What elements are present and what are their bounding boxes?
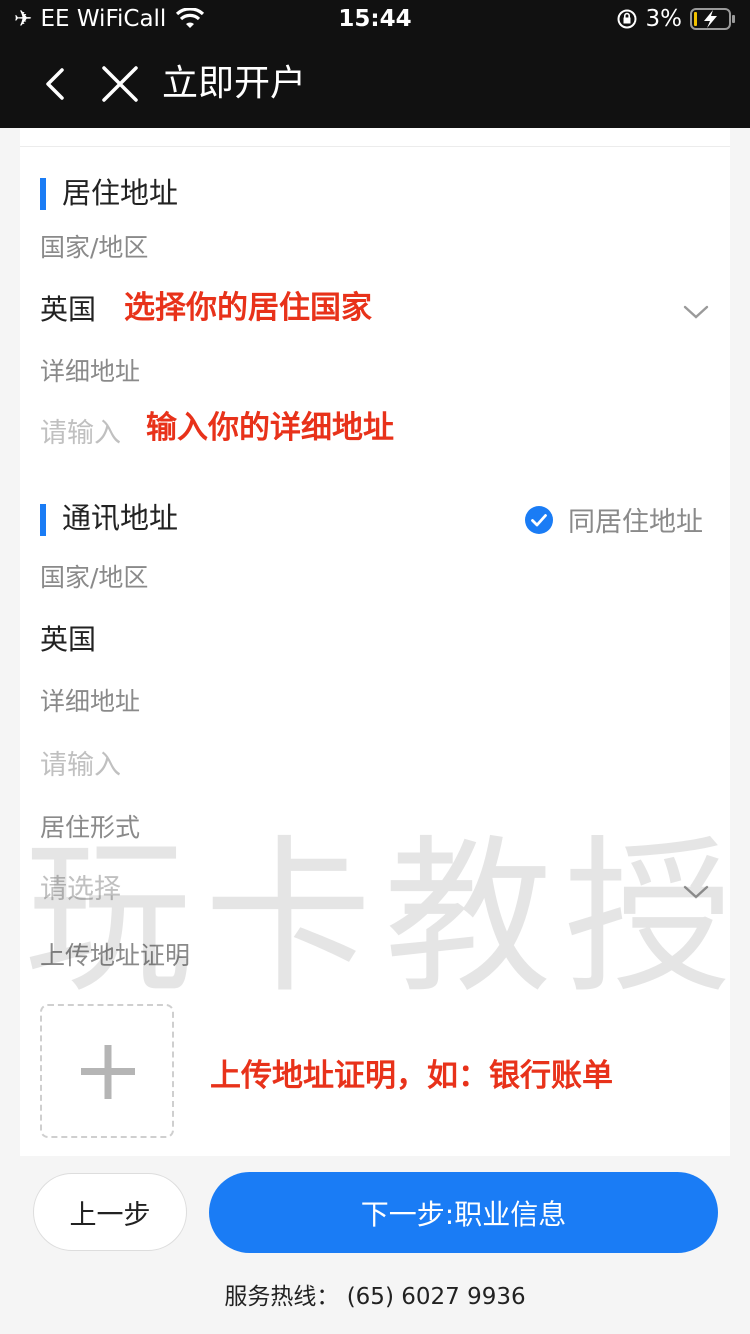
status-right: 3% bbox=[616, 6, 737, 32]
residential-detail-label: 详细地址 bbox=[40, 357, 141, 386]
nav-bar: 立即开户 bbox=[0, 40, 750, 128]
checkmark-circle-icon bbox=[525, 505, 553, 534]
chevron-down-icon bbox=[683, 305, 709, 319]
residential-detail-placeholder: 请输入 bbox=[40, 418, 121, 449]
battery-charging-icon bbox=[690, 8, 735, 30]
back-icon[interactable] bbox=[38, 62, 78, 106]
watermark-text: 玩卡教授 bbox=[24, 820, 744, 1016]
address-form-card: 居住地址 国家/地区 英国 选择你的居住国家 详细地址 请输入 输入你的详细地址… bbox=[20, 128, 732, 1156]
divider bbox=[20, 146, 730, 147]
close-icon[interactable] bbox=[100, 62, 140, 106]
status-bar: ✈ EE WiFiCall 15:44 3% bbox=[0, 0, 750, 40]
orientation-lock-icon bbox=[617, 9, 636, 29]
mailing-detail-label: 详细地址 bbox=[40, 687, 141, 716]
country-annotation: 选择你的居住国家 bbox=[124, 290, 372, 326]
mailing-detail-input[interactable]: 请输入 bbox=[40, 748, 121, 784]
page-title: 立即开户 bbox=[162, 63, 307, 104]
residential-detail-input[interactable]: 请输入 输入你的详细地址 bbox=[20, 408, 730, 458]
section-accent-bar bbox=[40, 178, 46, 210]
same-as-label: 同居住地址 bbox=[568, 507, 703, 538]
previous-step-button[interactable]: 上一步 bbox=[33, 1173, 187, 1251]
detail-annotation: 输入你的详细地址 bbox=[146, 410, 394, 446]
plus-icon bbox=[81, 1045, 135, 1099]
upload-annotation: 上传地址证明，如：银行账单 bbox=[210, 1058, 613, 1094]
section-accent-bar bbox=[40, 504, 46, 536]
mailing-country-label: 国家/地区 bbox=[40, 563, 149, 592]
residential-country-select[interactable]: 英国 选择你的居住国家 bbox=[20, 278, 730, 344]
next-step-button[interactable]: 下一步:职业信息 bbox=[209, 1172, 718, 1253]
residential-country-value: 英国 bbox=[40, 293, 97, 326]
upload-proof-button[interactable] bbox=[40, 1004, 174, 1138]
same-as-residential-checkbox[interactable]: 同居住地址 bbox=[524, 500, 703, 539]
mailing-country-value: 英国 bbox=[40, 623, 97, 656]
service-hotline: 服务热线： (65) 6027 9936 bbox=[224, 1284, 526, 1310]
residential-country-label: 国家/地区 bbox=[40, 233, 149, 262]
residential-section-title: 居住地址 bbox=[62, 176, 179, 210]
mailing-section-title: 通讯地址 bbox=[62, 501, 179, 535]
battery-percent: 3% bbox=[645, 6, 683, 32]
